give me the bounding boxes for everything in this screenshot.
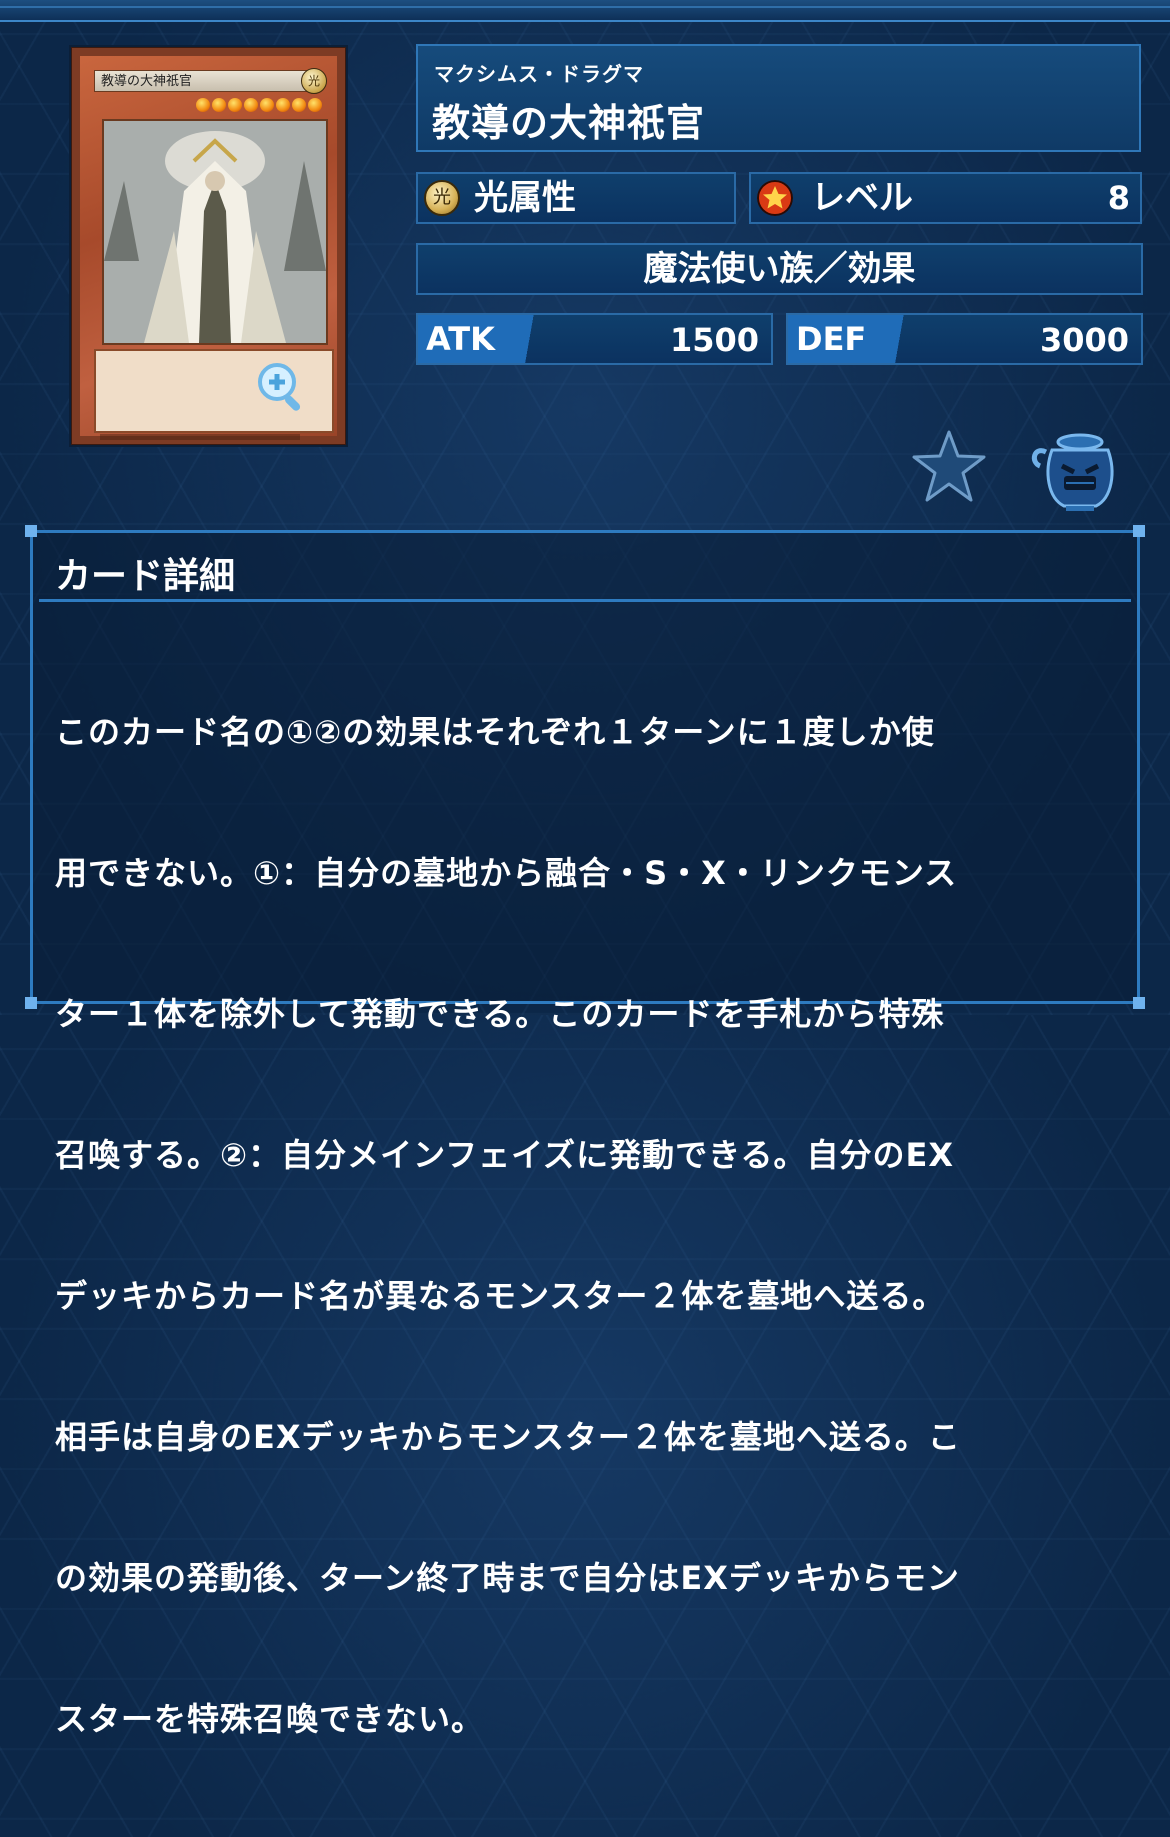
level-value: 8 — [1107, 179, 1130, 217]
panel-corner — [1133, 997, 1145, 1009]
panel-corner — [25, 525, 37, 537]
level-star — [260, 98, 274, 112]
effect-line: の効果の発動後、ターン終了時まで自分はEXデッキからモン — [55, 1559, 960, 1597]
pot-icon[interactable] — [1030, 432, 1124, 512]
def-value: 3000 — [1039, 321, 1129, 359]
card-artwork — [102, 119, 328, 345]
detail-title: カード詳細 — [55, 556, 236, 597]
effect-line: デッキからカード名が異なるモンスター２体を墓地へ送る。 — [55, 1277, 946, 1315]
attribute-box: 光 光属性 — [416, 172, 736, 224]
card-effect-text: このカード名の①②の効果はそれぞれ１ターンに１度しか使 用できない。①：自分の墓… — [55, 615, 1115, 1837]
level-star — [228, 98, 242, 112]
effect-line: 用できない。①：自分の墓地から融合・S・X・リンクモンス — [55, 854, 958, 892]
def-box: DEF 3000 — [786, 313, 1143, 365]
top-bar — [0, 0, 1170, 22]
light-attribute-icon: 光 — [424, 180, 460, 216]
level-star — [308, 98, 322, 112]
card-footer — [100, 434, 300, 440]
effect-line: 相手は自身のEXデッキからモンスター２体を墓地へ送る。こ — [55, 1418, 961, 1456]
star-icon[interactable] — [910, 428, 988, 506]
artwork-illustration — [104, 121, 326, 343]
atk-box: ATK 1500 — [416, 313, 773, 365]
effect-line: スターを特殊召喚できない。 — [55, 1700, 485, 1738]
level-box: レベル 8 — [749, 172, 1142, 224]
panel-corner — [1133, 525, 1145, 537]
card-level-stars — [172, 98, 322, 114]
def-label: DEF — [788, 315, 914, 363]
level-star — [276, 98, 290, 112]
card-attribute-icon: 光 — [301, 68, 327, 94]
atk-value: 1500 — [669, 321, 759, 359]
card-name-reading: マクシムス・ドラグマ — [434, 62, 644, 86]
effect-line: このカード名の①②の効果はそれぞれ１ターンに１度しか使 — [55, 713, 935, 751]
detail-divider — [39, 599, 1131, 602]
effect-line: 召喚する。②：自分メインフェイズに発動できる。自分のEX — [55, 1136, 955, 1174]
type-line: 魔法使い族／効果 — [643, 249, 916, 289]
zoom-in-icon[interactable] — [255, 360, 309, 414]
panel-corner — [25, 997, 37, 1009]
card-name-bar: 教導の大神祇官 — [94, 70, 309, 92]
card-detail-panel: カード詳細 このカード名の①②の効果はそれぞれ１ターンに１度しか使 用できない。… — [25, 525, 1145, 1738]
type-box: 魔法使い族／効果 — [416, 243, 1143, 295]
card-name: 教導の大神祇官 — [432, 101, 706, 145]
level-label: レベル — [811, 178, 913, 218]
level-star — [292, 98, 306, 112]
card-name-panel: マクシムス・ドラグマ 教導の大神祇官 — [416, 44, 1141, 152]
atk-label: ATK — [418, 315, 544, 363]
level-star-icon — [757, 180, 793, 216]
level-star — [244, 98, 258, 112]
level-star — [212, 98, 226, 112]
attribute-label: 光属性 — [474, 178, 576, 218]
level-star — [196, 98, 210, 112]
